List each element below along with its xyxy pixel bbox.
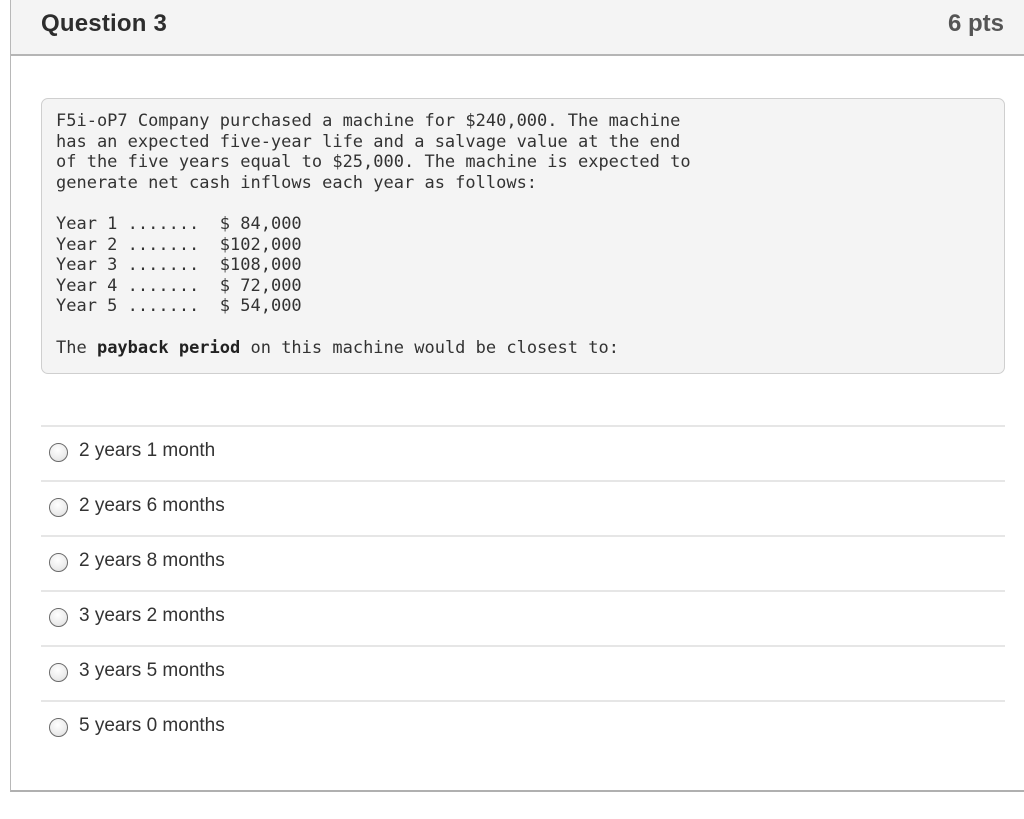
cash-flow-row: Year 1 ....... $ 84,000 xyxy=(56,214,990,235)
problem-intro-line: generate net cash inflows each year as f… xyxy=(56,172,538,193)
answer-option[interactable]: 2 years 1 month xyxy=(41,425,1005,480)
problem-text-box: F5i-oP7 Company purchased a machine for … xyxy=(41,98,1005,374)
cash-flow-row: Year 3 ....... $108,000 xyxy=(56,255,990,276)
answer-option[interactable]: 3 years 5 months xyxy=(41,645,1005,700)
cash-flow-year: Year 1 ....... xyxy=(56,213,200,234)
problem-intro-line: of the five years equal to $25,000. The … xyxy=(56,152,691,173)
cash-flow-row: Year 5 ....... $ 54,000 xyxy=(56,296,990,317)
radio-button-icon[interactable] xyxy=(49,663,68,682)
question-prompt: The payback period on this machine would… xyxy=(56,338,990,359)
radio-button-icon[interactable] xyxy=(49,443,68,462)
radio-button-icon[interactable] xyxy=(49,498,68,517)
answer-list: 2 years 1 month 2 years 6 months 2 years… xyxy=(41,425,1005,755)
problem-intro-line: has an expected five-year life and a sal… xyxy=(56,131,681,152)
problem-intro-line: F5i-oP7 Company purchased a machine for … xyxy=(56,111,681,131)
cash-flow-row: Year 2 ....... $102,000 xyxy=(56,235,990,256)
answer-label[interactable]: 2 years 8 months xyxy=(79,550,225,572)
cash-flow-amount: $102,000 xyxy=(219,234,302,255)
radio-button-icon[interactable] xyxy=(49,608,68,627)
cash-flow-year: Year 3 ....... xyxy=(56,255,200,276)
prompt-suffix: on this machine would be closest to: xyxy=(240,337,619,358)
cash-flow-year: Year 5 ....... xyxy=(56,296,200,317)
cash-flow-year: Year 2 ....... xyxy=(56,234,200,255)
answer-option[interactable]: 3 years 2 months xyxy=(41,590,1005,645)
cash-flow-row: Year 4 ....... $ 72,000 xyxy=(56,276,990,297)
question-points: 6 pts xyxy=(947,10,1004,37)
radio-button-icon[interactable] xyxy=(49,553,68,572)
prompt-emphasis: payback period xyxy=(96,337,241,358)
radio-button-icon[interactable] xyxy=(49,718,68,737)
answer-label[interactable]: 2 years 1 month xyxy=(79,440,215,462)
question-title: Question 3 xyxy=(41,10,168,37)
cash-flow-year: Year 4 ....... xyxy=(56,275,200,296)
question-header: Question 3 6 pts xyxy=(11,0,1024,56)
answer-option[interactable]: 2 years 6 months xyxy=(41,480,1005,535)
question-card: Question 3 6 pts F5i-oP7 Company purchas… xyxy=(10,0,1024,792)
answer-label[interactable]: 5 years 0 months xyxy=(79,715,225,737)
cash-flow-amount: $ 84,000 xyxy=(219,213,302,234)
answer-label[interactable]: 2 years 6 months xyxy=(79,495,225,517)
cash-flow-amount: $ 54,000 xyxy=(219,296,302,317)
answer-label[interactable]: 3 years 2 months xyxy=(79,605,225,627)
answer-label[interactable]: 3 years 5 months xyxy=(79,660,225,682)
prompt-prefix: The xyxy=(56,337,97,358)
answer-option[interactable]: 2 years 8 months xyxy=(41,535,1005,590)
cash-flow-amount: $108,000 xyxy=(219,255,302,276)
cash-flow-amount: $ 72,000 xyxy=(219,275,302,296)
answer-option[interactable]: 5 years 0 months xyxy=(41,700,1005,755)
